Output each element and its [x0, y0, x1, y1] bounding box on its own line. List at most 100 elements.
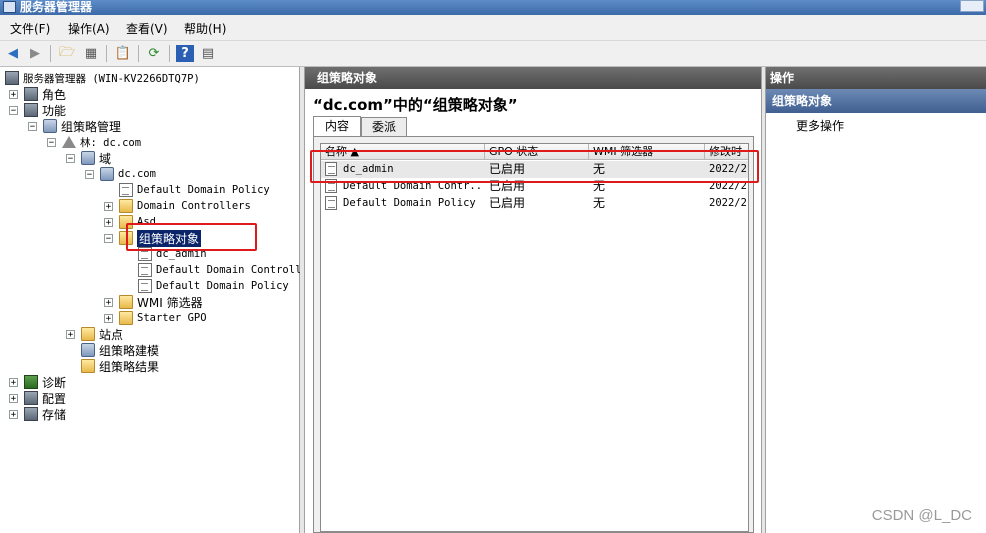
gpm-icon: [43, 119, 57, 133]
expand-icon[interactable]: +: [104, 201, 113, 211]
tree-label: 组策略结果: [99, 359, 160, 374]
window-titlebar: 服务器管理器: [0, 0, 986, 15]
tree-label: 组策略建模: [99, 343, 160, 358]
tree-item-default-domain-policy-link[interactable]: Default Domain Policy: [104, 182, 270, 198]
tab-delegation[interactable]: 委派: [361, 117, 407, 136]
gpo-list: 名称 ▲ GPO 状态 WMI 筛选器 修改时 dc_admin 已启用 无 2…: [320, 143, 749, 532]
results-icon: [81, 359, 95, 373]
refresh-icon[interactable]: ⟳: [145, 45, 163, 62]
cell-name: Default Domain Policy: [343, 197, 476, 209]
tree-label: 林: dc.com: [80, 136, 142, 149]
cell-wmi: 无: [593, 196, 606, 210]
tree-label: 域: [99, 151, 112, 166]
expand-icon[interactable]: +: [9, 409, 18, 419]
expand-icon[interactable]: +: [9, 377, 18, 387]
tree-item-configuration[interactable]: + 配置: [9, 390, 66, 406]
diagnostics-icon: [24, 375, 38, 389]
expand-icon[interactable]: +: [9, 89, 18, 99]
window-control-button[interactable]: [960, 0, 984, 12]
actions-section-title[interactable]: 组策略对象: [766, 89, 986, 113]
tree-item-roles[interactable]: + 角色: [9, 86, 66, 102]
actions-pane: 操作 组策略对象 更多操作: [765, 67, 986, 533]
show-action-pane-icon[interactable]: ▤: [199, 45, 217, 62]
server-icon: [5, 71, 19, 85]
tree-item-domain-controllers[interactable]: + Domain Controllers: [104, 198, 251, 214]
tab-contents[interactable]: 内容: [313, 116, 361, 136]
tree-label: 组策略管理: [61, 119, 122, 134]
tree-label: Default Domain Controll: [156, 264, 302, 276]
tree-item-domains[interactable]: − 域: [66, 150, 111, 166]
tree-label: Default Domain Policy: [137, 184, 270, 196]
actions-header: 操作: [766, 67, 986, 89]
tree-item-starter-gpo[interactable]: + Starter GPO: [104, 310, 207, 326]
gpo-link-icon: [119, 183, 133, 197]
tree-item-domain[interactable]: − dc.com: [85, 166, 156, 182]
table-row[interactable]: Default Domain Policy 已启用 无 2022/2: [321, 195, 748, 212]
tree-label: 角色: [42, 87, 67, 102]
toolbar: ◀ ▶ 🗁 ▦ 📋 ⟳ ? ▤: [0, 41, 986, 67]
tree-item-storage[interactable]: + 存储: [9, 406, 66, 422]
tree-label: 服务器管理器 (WIN-KV2266DTQ7P): [23, 72, 200, 85]
collapse-icon[interactable]: −: [28, 121, 37, 131]
details-header: 组策略对象: [305, 67, 761, 89]
sites-icon: [81, 327, 95, 341]
gpo-icon: [138, 279, 152, 293]
tree-item-diagnostics[interactable]: + 诊断: [9, 374, 66, 390]
storage-icon: [24, 407, 38, 421]
expand-icon[interactable]: +: [104, 297, 113, 307]
tree-item-features[interactable]: − 功能: [9, 102, 66, 118]
properties-icon[interactable]: 📋: [114, 45, 132, 62]
expand-icon[interactable]: +: [9, 393, 18, 403]
show-hide-tree-icon[interactable]: ▦: [82, 45, 100, 62]
highlight-box: [126, 223, 257, 251]
expand-icon[interactable]: +: [104, 313, 113, 323]
tree-item-sites[interactable]: + 站点: [66, 326, 123, 342]
cell-modified: 2022/2: [709, 197, 747, 209]
tree-label: 站点: [99, 327, 124, 342]
tree-item-gpm[interactable]: − 组策略管理: [28, 118, 121, 134]
details-heading: “dc.com”中的“组策略对象”: [313, 96, 518, 114]
roles-icon: [24, 87, 38, 101]
tree-label: 存储: [42, 407, 67, 422]
expand-icon[interactable]: +: [104, 217, 113, 227]
menu-view[interactable]: 查看(V): [126, 20, 168, 37]
collapse-icon[interactable]: −: [66, 153, 75, 163]
forward-arrow-icon[interactable]: ▶: [26, 45, 44, 62]
details-pane: 组策略对象 “dc.com”中的“组策略对象” 内容 委派 名称 ▲ GPO 状…: [304, 67, 762, 533]
tree-item-server-manager[interactable]: 服务器管理器 (WIN-KV2266DTQ7P): [5, 70, 200, 86]
domains-icon: [81, 151, 95, 165]
tree-item-forest[interactable]: − 林: dc.com: [47, 134, 141, 150]
tree-label: Starter GPO: [137, 312, 207, 324]
tree-item-gp-modeling[interactable]: 组策略建模: [66, 342, 159, 358]
back-arrow-icon[interactable]: ◀: [4, 45, 22, 62]
collapse-icon[interactable]: −: [104, 233, 113, 243]
domain-icon: [100, 167, 114, 181]
ou-folder-icon: [119, 199, 133, 213]
expand-icon[interactable]: +: [66, 329, 75, 339]
tree-item-gpo-default-domain[interactable]: Default Domain Policy: [123, 278, 289, 294]
more-actions-link[interactable]: 更多操作: [796, 117, 844, 134]
highlight-box: [310, 150, 759, 183]
collapse-icon[interactable]: −: [47, 137, 56, 147]
collapse-icon[interactable]: −: [85, 169, 94, 179]
wmi-folder-icon: [119, 295, 133, 309]
menu-bar: 文件(F) 操作(A) 查看(V) 帮助(H): [0, 15, 986, 41]
features-icon: [24, 103, 38, 117]
console-tree: 服务器管理器 (WIN-KV2266DTQ7P) + 角色 − 功能 − 组策略…: [0, 67, 301, 533]
tree-item-gp-results[interactable]: 组策略结果: [66, 358, 159, 374]
tree-label: Domain Controllers: [137, 200, 251, 212]
gpo-icon: [138, 263, 152, 277]
starter-folder-icon: [119, 311, 133, 325]
cell-status: 已启用: [489, 196, 526, 210]
tree-label: dc.com: [118, 168, 156, 180]
tree-label: 配置: [42, 391, 67, 406]
help-icon[interactable]: ?: [176, 45, 194, 62]
tree-item-gpo-default-dc[interactable]: Default Domain Controll: [123, 262, 301, 278]
menu-help[interactable]: 帮助(H): [184, 20, 226, 37]
menu-file[interactable]: 文件(F): [10, 20, 50, 37]
up-folder-icon[interactable]: 🗁: [58, 45, 76, 62]
collapse-icon[interactable]: −: [9, 105, 18, 115]
menu-action[interactable]: 操作(A): [68, 20, 110, 37]
gpo-icon: [325, 196, 337, 210]
tree-item-wmi-filters[interactable]: + WMI 筛选器: [104, 294, 203, 310]
